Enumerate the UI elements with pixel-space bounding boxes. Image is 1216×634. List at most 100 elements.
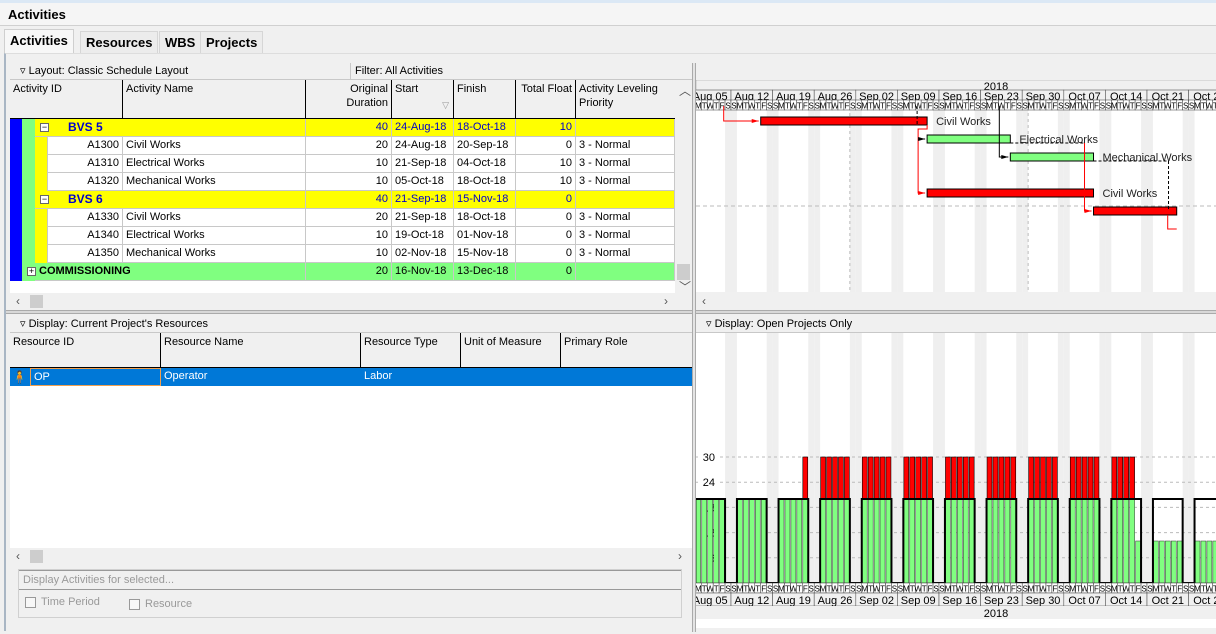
activity-row[interactable]: A1350 Mechanical Works 10 02-Nov-18 15-Nov-1… bbox=[10, 245, 675, 263]
timescale-day-letter: F bbox=[803, 585, 808, 594]
start-cell: 05-Oct-18 bbox=[392, 173, 454, 191]
activity-row[interactable]: A1320 Mechanical Works 10 05-Oct-18 18-Oct-1… bbox=[10, 173, 675, 191]
timescale-day-letter: S bbox=[1183, 585, 1188, 594]
weekend-shade bbox=[891, 107, 898, 292]
scroll-right-icon[interactable]: › bbox=[664, 294, 668, 308]
resource-row-selected[interactable]: 🧍 OP Operator Labor bbox=[10, 368, 692, 386]
col-activity-id[interactable]: Activity ID bbox=[10, 80, 123, 118]
horizontal-scroll-thumb[interactable] bbox=[30, 295, 43, 308]
scroll-left-icon[interactable]: ‹ bbox=[702, 294, 706, 308]
timescale-day-letter: S bbox=[809, 102, 814, 111]
resources-display-dropdown[interactable]: ▿ Display: Current Project's Resources bbox=[20, 316, 208, 332]
activities-vertical-scrollbar[interactable]: ︿ ﹀ bbox=[675, 80, 692, 294]
overallocation-bar bbox=[921, 456, 927, 500]
layout-label: Layout: Classic Schedule Layout bbox=[28, 65, 189, 77]
activity-row[interactable]: A1330 Civil Works 20 21-Sep-18 18-Oct-18 0 3 -… bbox=[10, 209, 675, 227]
col-primary-role[interactable]: Primary Role bbox=[561, 333, 692, 367]
overallocation-bar bbox=[1028, 456, 1034, 500]
allocation-bar bbox=[1111, 498, 1118, 584]
weekend-shade bbox=[855, 107, 862, 292]
tab-projects[interactable]: Projects bbox=[200, 31, 264, 53]
col-start[interactable]: Start ▽ bbox=[392, 80, 454, 118]
timescale-year-label: 2018 bbox=[984, 608, 1008, 620]
histogram-display-header: ▿ Display: Open Projects Only bbox=[696, 316, 1216, 333]
timescale-day-letter: S bbox=[1017, 585, 1022, 594]
wbs-row[interactable]: + COMMISSIONING 20 16-Nov-18 13-Dec-18 0 bbox=[10, 263, 675, 281]
wbs-row[interactable]: − BVS 6 40 21-Sep-18 15-Nov-18 0 bbox=[10, 191, 675, 209]
activities-horizontal-scrollbar[interactable]: ‹ › bbox=[10, 293, 692, 310]
overallocation-bar bbox=[915, 456, 921, 500]
gantt-bar bbox=[760, 116, 928, 126]
activity-row[interactable]: A1340 Electrical Works 10 19-Oct-18 01-Nov-1… bbox=[10, 227, 675, 245]
histogram-display-label: Display: Open Projects Only bbox=[714, 318, 853, 330]
allocation-bar bbox=[832, 498, 838, 584]
resources-horizontal-scrollbar[interactable]: ‹ › bbox=[10, 548, 692, 565]
allocation-bar bbox=[1135, 540, 1141, 584]
histogram-display-dropdown[interactable]: ▿ Display: Open Projects Only bbox=[706, 316, 852, 332]
horizontal-scroll-thumb[interactable] bbox=[30, 550, 43, 563]
wbs-level-band bbox=[35, 209, 47, 227]
allocation-bar bbox=[927, 498, 933, 584]
start-cell: 16-Nov-18 bbox=[392, 263, 454, 281]
allocation-bar bbox=[713, 498, 719, 584]
col-original-duration[interactable]: Original Duration bbox=[306, 80, 392, 118]
scroll-left-icon[interactable]: ‹ bbox=[16, 294, 20, 308]
layout-header: ▿ Layout: Classic Schedule Layout Filter… bbox=[10, 63, 692, 80]
scroll-right-icon[interactable]: › bbox=[678, 549, 682, 563]
timescale-day-letter: S bbox=[767, 102, 772, 111]
expand-icon[interactable]: + bbox=[27, 267, 36, 276]
timescale-day-letter: T bbox=[1005, 585, 1010, 594]
activity-row[interactable]: A1310 Electrical Works 10 21-Sep-18 04-Oct-1… bbox=[10, 155, 675, 173]
allocation-bar bbox=[826, 498, 832, 584]
leveling-priority-cell: 3 - Normal bbox=[576, 209, 675, 227]
gantt-horizontal-scrollbar[interactable] bbox=[696, 292, 1216, 310]
wbs-level-band bbox=[35, 227, 47, 245]
resource-checkbox[interactable]: Resource bbox=[129, 598, 192, 610]
layout-dropdown[interactable]: ▿ Layout: Classic Schedule Layout bbox=[20, 63, 188, 79]
allocation-bar bbox=[1028, 498, 1034, 584]
collapse-icon[interactable]: − bbox=[40, 123, 49, 132]
weekend-shade bbox=[897, 107, 904, 292]
scroll-left-icon[interactable]: ‹ bbox=[16, 549, 20, 563]
wbs-row[interactable]: − BVS 5 40 24-Aug-18 18-Oct-18 10 bbox=[10, 119, 675, 137]
collapse-icon[interactable]: − bbox=[40, 195, 49, 204]
col-total-float[interactable]: Total Float bbox=[516, 80, 576, 118]
scroll-up-icon[interactable]: ︿ bbox=[679, 82, 691, 99]
tab-wbs[interactable]: WBS bbox=[159, 31, 202, 53]
tab-activities[interactable]: Activities bbox=[4, 29, 74, 53]
col-activity-name[interactable]: Activity Name bbox=[123, 80, 306, 118]
duration-cell: 20 bbox=[306, 137, 392, 155]
tab-resources[interactable]: Resources bbox=[80, 31, 159, 53]
allocation-bar bbox=[1069, 498, 1076, 584]
time-period-checkbox[interactable]: Time Period bbox=[25, 596, 100, 608]
resource-name-cell: Operator bbox=[164, 370, 208, 382]
col-resource-type[interactable]: Resource Type bbox=[361, 333, 461, 367]
total-float-cell: 10 bbox=[516, 119, 576, 137]
timescale-day-letter: T bbox=[1088, 102, 1093, 111]
finish-cell: 13-Dec-18 bbox=[454, 263, 516, 281]
window-title: Activities bbox=[8, 7, 66, 22]
checkbox-icon[interactable] bbox=[129, 598, 140, 610]
overallocation-bar bbox=[986, 456, 993, 500]
allocation-bar bbox=[1034, 498, 1040, 584]
activity-row[interactable]: A1300 Civil Works 20 24-Aug-18 20-Sep-18 0 3 -… bbox=[10, 137, 675, 155]
col-unit-of-measure[interactable]: Unit of Measure bbox=[461, 333, 561, 367]
filter-label[interactable]: Filter: All Activities bbox=[350, 63, 443, 79]
resource-label: Resource bbox=[145, 598, 193, 610]
timescale-day-letter: F bbox=[844, 585, 849, 594]
col-resource-id[interactable]: Resource ID bbox=[10, 333, 161, 367]
col-resource-name[interactable]: Resource Name bbox=[161, 333, 361, 367]
checkbox-icon[interactable] bbox=[25, 596, 36, 608]
finish-cell: 18-Oct-18 bbox=[454, 119, 516, 137]
total-float-cell: 0 bbox=[516, 227, 576, 245]
resource-id-cell[interactable]: OP bbox=[30, 368, 161, 386]
timescale-day-letter: S bbox=[725, 585, 730, 594]
duration-cell: 40 bbox=[306, 191, 392, 209]
overallocation-bar bbox=[1004, 456, 1011, 500]
col-leveling-priority[interactable]: Activity Leveling Priority bbox=[576, 80, 675, 118]
allocation-bar bbox=[1200, 540, 1207, 584]
col-finish[interactable]: Finish bbox=[454, 80, 516, 118]
horizontal-splitter[interactable] bbox=[6, 310, 1216, 314]
allocation-bar bbox=[963, 498, 969, 584]
gantt-bar-label: Electrical Works bbox=[1019, 134, 1098, 146]
